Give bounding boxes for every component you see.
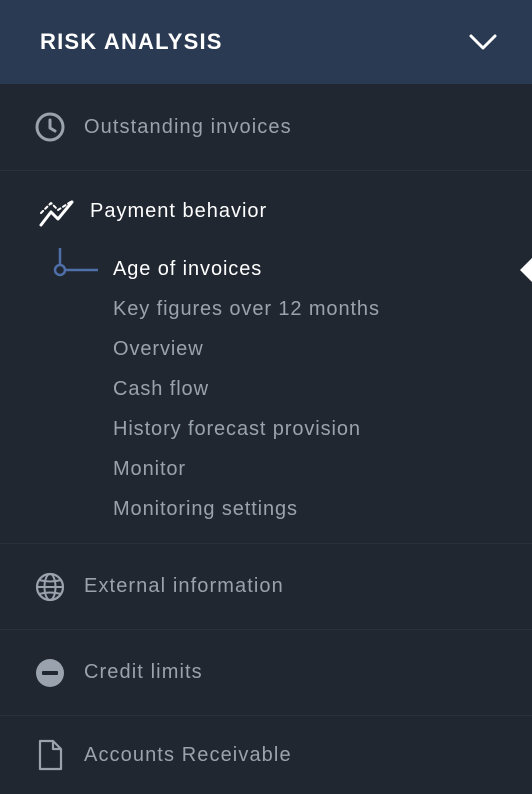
- document-icon: [38, 739, 63, 771]
- nav-group-label[interactable]: Payment behavior: [90, 200, 267, 223]
- sub-item-monitor[interactable]: Monitor: [113, 458, 186, 481]
- sub-item-cash-flow[interactable]: Cash flow: [113, 378, 209, 401]
- active-item-pointer: [520, 258, 532, 282]
- sub-item-history-forecast-provision[interactable]: History forecast provision: [113, 418, 361, 441]
- sub-item-monitoring-settings[interactable]: Monitoring settings: [113, 498, 298, 521]
- risk-analysis-panel: RISK ANALYSIS Outstanding invoices Payme…: [0, 0, 532, 794]
- nav-group-payment-behavior: [0, 171, 532, 544]
- nav-item-external-information[interactable]: External information: [0, 544, 532, 630]
- nav-item-credit-limits[interactable]: Credit limits: [0, 630, 532, 716]
- sub-item-age-of-invoices[interactable]: Age of invoices: [113, 258, 262, 281]
- trend-chart-icon: [39, 200, 74, 227]
- minus-circle-icon: [36, 658, 64, 687]
- panel-title: RISK ANALYSIS: [40, 29, 223, 54]
- globe-icon: [35, 572, 65, 601]
- nav-item-label: Credit limits: [84, 661, 203, 683]
- chevron-down-icon[interactable]: [468, 27, 498, 57]
- nav-item-label: Outstanding invoices: [84, 115, 292, 138]
- nav-item-label: Accounts Receivable: [84, 743, 292, 766]
- nav-item-accounts-receivable[interactable]: Accounts Receivable: [0, 716, 532, 794]
- sub-item-key-figures[interactable]: Key figures over 12 months: [113, 298, 380, 321]
- panel-header[interactable]: RISK ANALYSIS: [0, 0, 532, 84]
- nav-item-label: External information: [84, 575, 284, 597]
- nav-item-outstanding-invoices[interactable]: Outstanding invoices: [0, 84, 532, 171]
- tree-connector: [53, 248, 98, 277]
- clock-icon: [35, 112, 65, 142]
- sub-item-overview[interactable]: Overview: [113, 338, 204, 361]
